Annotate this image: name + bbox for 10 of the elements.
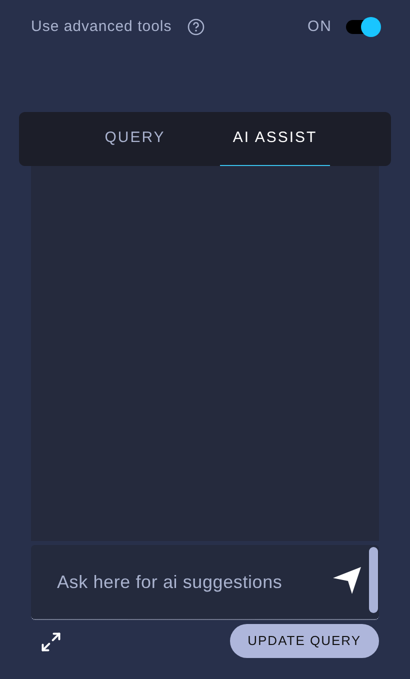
help-icon[interactable] [186, 18, 205, 36]
prompt-field[interactable]: Ask here for ai suggestions [31, 545, 379, 620]
scrollbar-thumb[interactable] [369, 547, 378, 613]
expand-icon[interactable] [40, 631, 62, 653]
tab[interactable]: QUERY [80, 112, 190, 166]
setting-label: Use advanced tools [31, 16, 172, 37]
toggle-status: ON [308, 16, 332, 37]
toggle-switch[interactable] [346, 20, 380, 34]
update-query-button[interactable]: UPDATE QUERY [230, 624, 379, 658]
send-icon[interactable] [332, 566, 362, 596]
